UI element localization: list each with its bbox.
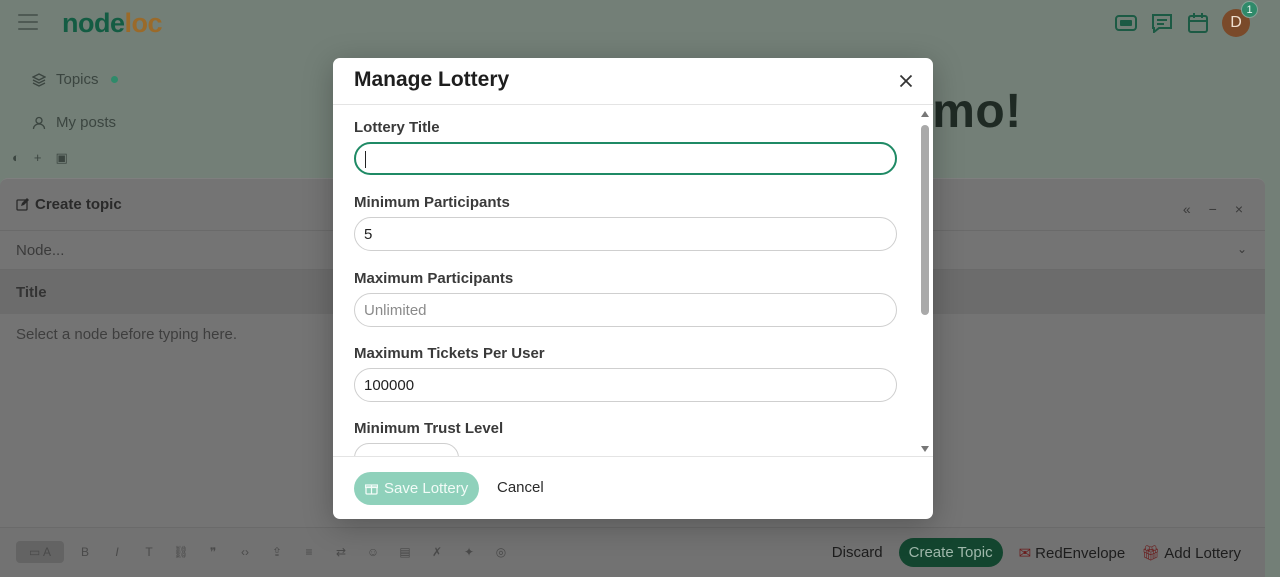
bold-icon[interactable]: B [74, 541, 96, 563]
sidebar-item-my-posts[interactable]: My posts [0, 101, 265, 144]
gift-icon: 🎁︎ [1141, 544, 1161, 562]
close-button[interactable] [895, 70, 917, 92]
theme-toggle-icon[interactable]: ◐ [12, 150, 20, 166]
collapse-icon[interactable]: « [1183, 201, 1191, 217]
title-placeholder: Title [16, 283, 47, 301]
target-icon[interactable]: ◎ [490, 541, 512, 563]
min-participants-label: Minimum Participants [354, 194, 510, 211]
markdown-toggle-icon[interactable]: ▭ A [16, 541, 64, 563]
layers-icon [32, 72, 46, 87]
sidebar-item-label: My posts [56, 114, 117, 131]
site-header: nodeloc D 1 [0, 0, 1280, 48]
max-tickets-label: Maximum Tickets Per User [354, 345, 545, 362]
modal-header: Manage Lottery [333, 58, 933, 105]
heading-icon[interactable]: T [138, 541, 160, 563]
quote-icon[interactable]: ❞ [202, 541, 224, 563]
italic-icon[interactable]: I [106, 541, 128, 563]
save-lottery-button[interactable]: Save Lottery [354, 472, 480, 505]
add-lottery-label: Add Lottery [1164, 544, 1241, 562]
scroll-up-arrow[interactable] [921, 111, 929, 117]
gif-icon[interactable]: ▤ [394, 541, 416, 563]
clear-format-icon[interactable]: ✗ [426, 541, 448, 563]
lottery-title-label: Lottery Title [354, 119, 440, 136]
min-trust-select[interactable] [354, 443, 459, 456]
mini-toolbar: ◐ + ▣ [12, 150, 68, 166]
site-logo[interactable]: nodeloc [62, 8, 163, 39]
ad-icon[interactable] [1114, 11, 1138, 35]
max-tickets-field: Maximum Tickets Per User [354, 345, 897, 402]
swap-icon[interactable]: ⇄ [330, 541, 352, 563]
min-participants-field: Minimum Participants [354, 194, 897, 251]
chevron-down-icon: ⌄ [1236, 242, 1247, 256]
sidebar-item-topics[interactable]: Topics [0, 58, 265, 101]
calendar-icon[interactable] [1186, 11, 1210, 35]
sidebar-nav: Topics My posts [0, 58, 265, 144]
lottery-title-input[interactable] [354, 142, 897, 175]
menu-icon[interactable] [18, 14, 38, 30]
redenvelope-button[interactable]: ✉ RedEnvelope [1019, 544, 1126, 562]
gift-icon [365, 484, 378, 495]
code-icon[interactable]: ‹› [234, 541, 256, 563]
logo-text-c: c [147, 8, 163, 38]
redenvelope-label: RedEnvelope [1035, 544, 1126, 562]
user-icon [32, 116, 46, 129]
logo-text-l: l [124, 8, 133, 38]
scroll-down-arrow[interactable] [921, 446, 929, 452]
manage-lottery-modal: Manage Lottery Lottery Title Minimum Par… [333, 58, 933, 519]
create-topic-button[interactable]: Create Topic [898, 538, 1003, 567]
add-lottery-button[interactable]: 🎁︎ Add Lottery [1141, 544, 1241, 562]
logo-text-node: node [62, 8, 125, 38]
notification-badge: 1 [1241, 1, 1258, 18]
edit-icon [16, 198, 29, 211]
emoji-icon[interactable]: ☺ [362, 541, 384, 563]
min-participants-input[interactable] [354, 217, 897, 251]
envelope-icon: ✉ [1018, 544, 1032, 562]
scroll-thumb[interactable] [921, 125, 929, 315]
node-select-label: Node... [16, 241, 65, 259]
composer-title: Create topic [35, 196, 122, 213]
max-tickets-input[interactable] [354, 368, 897, 402]
min-trust-label: Minimum Trust Level [354, 420, 504, 437]
modal-body[interactable]: Lottery Title Minimum Participants Maxim… [333, 105, 933, 456]
modal-scrollbar[interactable] [919, 109, 931, 454]
max-participants-label: Maximum Participants [354, 270, 514, 287]
minimize-icon[interactable]: − [1209, 201, 1217, 217]
chat-icon[interactable] [1150, 11, 1174, 35]
max-participants-field: Maximum Participants [354, 270, 897, 327]
close-icon[interactable]: × [1235, 201, 1243, 217]
close-icon [899, 74, 913, 88]
user-avatar[interactable]: D 1 [1222, 1, 1258, 37]
discard-button[interactable]: Discard [832, 544, 883, 561]
unread-dot [110, 76, 118, 83]
modal-title: Manage Lottery [354, 68, 510, 91]
cancel-button[interactable]: Cancel [497, 479, 544, 496]
logo-text-o: o [131, 8, 149, 38]
sidebar-item-label: Topics [56, 71, 99, 88]
save-lottery-label: Save Lottery [384, 480, 469, 497]
sparkle-icon[interactable]: ✦ [458, 541, 480, 563]
upload-icon[interactable]: ⇪ [266, 541, 288, 563]
plus-icon[interactable]: + [34, 150, 42, 166]
avatar-letter: D [1230, 14, 1242, 31]
image-icon[interactable]: ▣ [55, 150, 67, 166]
max-participants-input[interactable] [354, 293, 897, 327]
composer-toolbar: ▭ A B I T ⛓ ❞ ‹› ⇪ ≡ ⇄ ☺ ▤ ✗ ✦ ◎ Discard… [0, 527, 1265, 577]
modal-footer: Save Lottery Cancel [333, 456, 933, 519]
list-icon[interactable]: ≡ [298, 541, 320, 563]
body-placeholder: Select a node before typing here. [16, 326, 237, 343]
min-trust-field: Minimum Trust Level [354, 420, 897, 456]
link-icon[interactable]: ⛓ [170, 541, 192, 563]
lottery-title-field: Lottery Title [354, 119, 897, 175]
text-caret [365, 151, 366, 168]
